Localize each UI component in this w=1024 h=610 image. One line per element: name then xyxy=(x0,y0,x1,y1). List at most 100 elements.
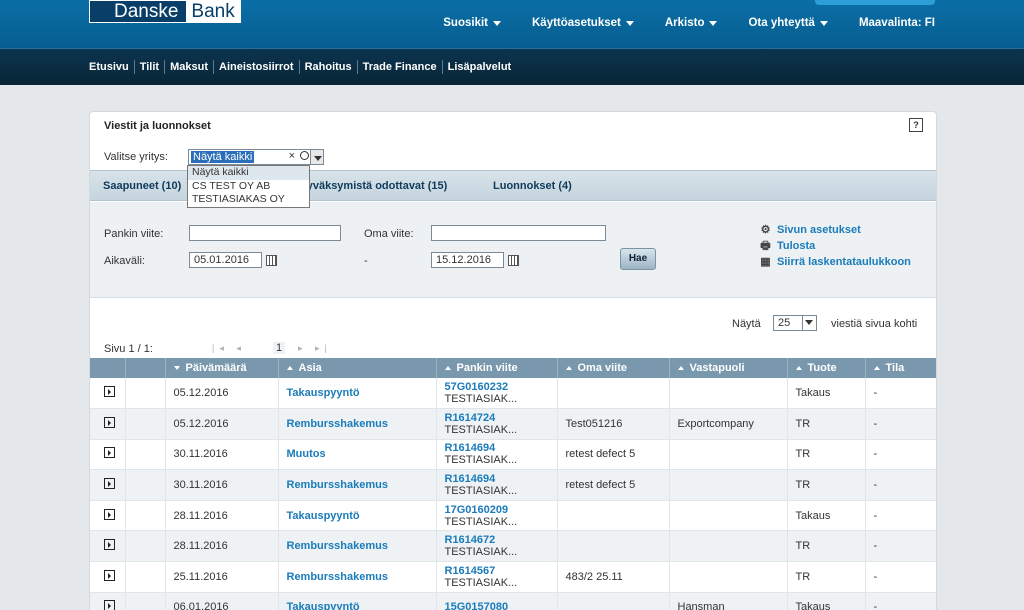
export-spreadsheet-link[interactable]: ▦ Siirrä laskentataulukkoon xyxy=(759,256,911,268)
open-message-icon[interactable] xyxy=(104,569,115,581)
col-counterparty[interactable]: Vastapuoli xyxy=(669,358,788,378)
table-row[interactable]: 28.11.2016 Takauspyyntö 17G0160209 TESTIASI… xyxy=(90,500,936,532)
pager-prev[interactable]: |◂ ◂ xyxy=(212,343,246,354)
bank-ref-link[interactable]: R1614567 xyxy=(445,565,557,577)
open-cell[interactable] xyxy=(90,439,126,471)
bank-ref-cell[interactable]: R1614567 TESTIASIAK... xyxy=(436,561,558,593)
nav-home[interactable]: Etusivu xyxy=(89,60,134,74)
per-page-select[interactable]: 25 xyxy=(773,315,817,331)
open-cell[interactable] xyxy=(90,378,126,410)
product-cell: TR xyxy=(787,408,866,440)
subject-link[interactable]: Rembursshakemus xyxy=(278,408,437,440)
bank-ref-input[interactable] xyxy=(189,225,341,241)
page-settings-link[interactable]: ⚙ Sivun asetukset xyxy=(759,224,861,236)
bank-ref-cell[interactable]: R1614724 TESTIASIAK... xyxy=(436,408,558,440)
bank-ref-cell[interactable]: R1614694 TESTIASIAK... xyxy=(436,439,558,471)
table-row[interactable]: 06.01.2016 Takauspyyntö 15G0157080 Hansman T… xyxy=(90,592,936,610)
top-action-button[interactable] xyxy=(815,0,935,5)
search-button[interactable]: Hae xyxy=(620,248,656,270)
open-message-icon[interactable] xyxy=(104,600,115,610)
bank-ref-cell[interactable]: 15G0157080 xyxy=(436,592,558,610)
nav-payments[interactable]: Maksut xyxy=(164,60,213,74)
subject-link[interactable]: Rembursshakemus xyxy=(278,469,437,501)
subject-link[interactable]: Takauspyyntö xyxy=(278,500,437,532)
col-product[interactable]: Tuote xyxy=(787,358,866,378)
calendar-icon[interactable] xyxy=(266,255,277,266)
open-message-icon[interactable] xyxy=(104,447,115,459)
subject-link[interactable]: Rembursshakemus xyxy=(278,530,437,563)
company-select[interactable]: Näytä kaikki × xyxy=(188,149,324,165)
open-message-icon[interactable] xyxy=(104,478,115,490)
company-dropdown: Näytä kaikki CS TEST OY AB TESTIASIAKAS … xyxy=(187,165,310,208)
open-message-icon[interactable] xyxy=(104,416,115,428)
top-nav-favourites[interactable]: Suosikit xyxy=(443,17,501,29)
open-message-icon[interactable] xyxy=(104,386,115,398)
nav-additional-services[interactable]: Lisäpalvelut xyxy=(441,60,517,74)
sort-asc-icon xyxy=(795,366,802,370)
nav-file-transfer[interactable]: Aineistosiirrot xyxy=(213,60,299,74)
tab-awaiting-approval[interactable]: hyväksymistä odottavat (15) xyxy=(300,180,447,192)
open-cell[interactable] xyxy=(90,592,126,610)
table-row[interactable]: 28.11.2016 Rembursshakemus R1614672 TESTIAS… xyxy=(90,530,936,563)
print-link[interactable]: 🖶 Tulosta xyxy=(759,240,815,252)
table-row[interactable]: 30.11.2016 Muutos R1614694 TESTIASIAK... ret… xyxy=(90,439,936,471)
dropdown-option[interactable]: TESTIASIAKAS OY xyxy=(188,193,309,207)
pager-current[interactable]: 1 xyxy=(273,342,286,354)
danske-bank-logo[interactable]: Danske Bank xyxy=(89,0,241,23)
top-nav-archive[interactable]: Arkisto xyxy=(665,17,718,29)
subject-link[interactable]: Takauspyyntö xyxy=(278,592,437,610)
tab-drafts[interactable]: Luonnokset (4) xyxy=(493,180,572,192)
col-status[interactable]: Tila xyxy=(865,358,936,378)
bank-ref-link[interactable]: R1614724 xyxy=(445,412,557,424)
tab-received[interactable]: Saapuneet (10) xyxy=(103,180,181,192)
table-row[interactable]: 05.12.2016 Rembursshakemus R1614724 TESTIAS… xyxy=(90,408,936,440)
bank-ref-link[interactable]: R1614694 xyxy=(445,473,557,485)
bank-ref-cell[interactable]: R1614694 TESTIASIAK... xyxy=(436,469,558,501)
attachment-cell xyxy=(125,530,166,563)
dropdown-option[interactable]: CS TEST OY AB xyxy=(188,180,309,194)
bank-ref-cell[interactable]: R1614672 TESTIASIAK... xyxy=(436,530,558,563)
clear-icon[interactable]: × xyxy=(289,150,295,162)
search-icon[interactable] xyxy=(300,151,309,160)
subject-link[interactable]: Takauspyyntö xyxy=(278,378,437,410)
pager-next[interactable]: ▸ ▸| xyxy=(298,343,332,354)
bank-ref-cell[interactable]: 57G0160232 TESTIASIAK... xyxy=(436,378,558,410)
logo-right: Bank xyxy=(186,1,240,22)
nav-accounts[interactable]: Tilit xyxy=(133,60,164,74)
dropdown-toggle[interactable] xyxy=(310,149,324,165)
open-cell[interactable] xyxy=(90,530,126,563)
top-nav-contact[interactable]: Ota yhteyttä xyxy=(748,17,828,29)
table-row[interactable]: 25.11.2016 Rembursshakemus R1614567 TESTIAS… xyxy=(90,561,936,593)
calendar-icon[interactable] xyxy=(508,255,519,266)
table-row[interactable]: 05.12.2016 Takauspyyntö 57G0160232 TESTIASI… xyxy=(90,378,936,410)
top-nav-country[interactable]: Maavalinta: FI xyxy=(859,17,935,29)
bank-ref-link[interactable]: 57G0160232 xyxy=(445,381,557,393)
dropdown-option[interactable]: Näytä kaikki xyxy=(188,166,309,180)
col-bank-ref[interactable]: Pankin viite xyxy=(436,358,558,378)
open-cell[interactable] xyxy=(90,561,126,593)
col-subject[interactable]: Asia xyxy=(278,358,437,378)
bank-ref-cell[interactable]: 17G0160209 TESTIASIAK... xyxy=(436,500,558,532)
open-message-icon[interactable] xyxy=(104,539,115,551)
col-date[interactable]: Päivämäärä xyxy=(165,358,279,378)
nav-trade-finance[interactable]: Trade Finance xyxy=(356,60,442,74)
table-row[interactable]: 30.11.2016 Rembursshakemus R1614694 TESTIAS… xyxy=(90,469,936,501)
pager: Sivu 1 / 1: |◂ ◂ 1 ▸ ▸| xyxy=(90,340,936,360)
date-from-input[interactable]: 05.01.2016 xyxy=(189,252,262,268)
bank-ref-link[interactable]: R1614672 xyxy=(445,534,557,546)
open-message-icon[interactable] xyxy=(104,508,115,520)
bank-ref-link[interactable]: 17G0160209 xyxy=(445,504,557,516)
date-to-input[interactable]: 15.12.2016 xyxy=(431,252,504,268)
own-ref-input[interactable] xyxy=(431,225,606,241)
bank-ref-link[interactable]: 15G0157080 xyxy=(445,601,557,610)
help-icon[interactable]: ? xyxy=(909,118,923,132)
col-own-ref[interactable]: Oma viite xyxy=(557,358,670,378)
nav-financing[interactable]: Rahoitus xyxy=(298,60,357,74)
open-cell[interactable] xyxy=(90,500,126,532)
top-nav-settings[interactable]: Käyttöasetukset xyxy=(532,17,634,29)
open-cell[interactable] xyxy=(90,469,126,501)
bank-ref-link[interactable]: R1614694 xyxy=(445,442,557,454)
open-cell[interactable] xyxy=(90,408,126,440)
subject-link[interactable]: Muutos xyxy=(278,439,437,471)
subject-link[interactable]: Rembursshakemus xyxy=(278,561,437,593)
